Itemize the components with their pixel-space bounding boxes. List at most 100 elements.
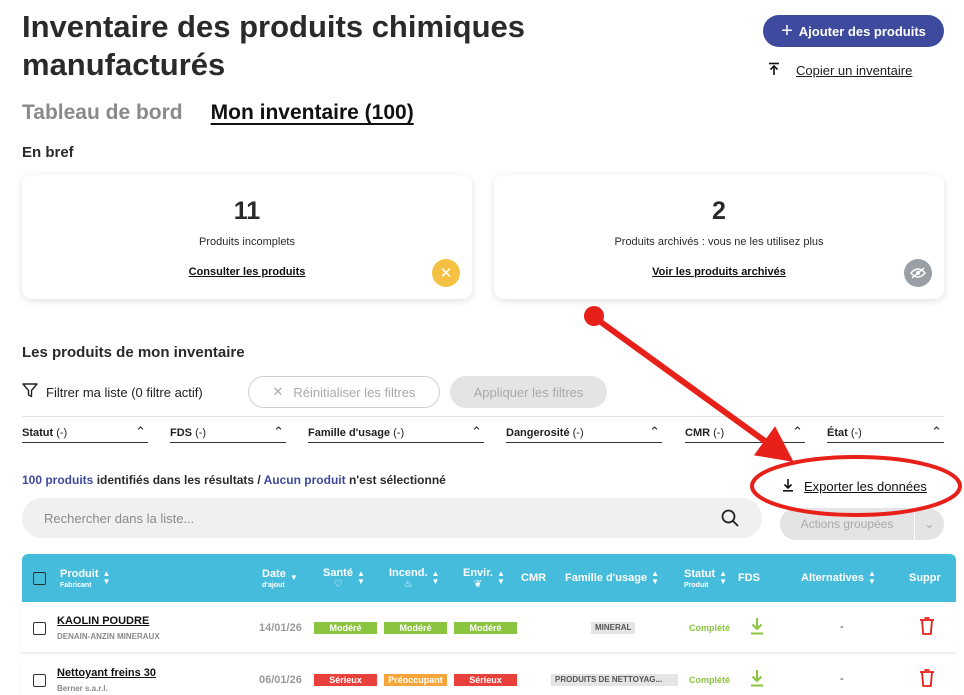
filter-danger-select[interactable]: Dangerosité (-) ⌃: [506, 424, 662, 443]
funnel-icon: [22, 383, 38, 401]
view-incomplete-link[interactable]: Consulter les produits: [22, 266, 472, 278]
search-input[interactable]: [44, 510, 704, 526]
fds-download-icon[interactable]: [750, 617, 764, 640]
export-data-link[interactable]: Exporter les données: [782, 478, 927, 495]
table-row: Nettoyant freins 30 Berner s.a.r.l. 06/0…: [22, 655, 956, 695]
filter-row: Filtrer ma liste (0 filtre actif) ✕ Réin…: [22, 376, 944, 408]
results-mid: identifiés dans les résultats /: [93, 473, 264, 487]
product-maker: DENAIN-ANZIN MINERAUX: [57, 632, 160, 641]
filter-state-select[interactable]: État (-) ⌃: [827, 424, 944, 443]
chevron-up-icon: ⌃: [273, 424, 284, 439]
col-status[interactable]: Statut Produit ▲ ▼: [684, 554, 727, 602]
page-title: Inventaire des produits chimiques manufa…: [22, 9, 526, 82]
product-name-link[interactable]: Nettoyant freins 30: [57, 667, 156, 679]
added-date: 06/01/26: [259, 674, 302, 686]
add-products-button[interactable]: + Ajouter des produits: [763, 15, 944, 47]
table-header: Produit Fabricant ▲ ▼ Date d'ajout ▼ Santé ♡…: [22, 554, 956, 602]
filter-status-name: Statut: [22, 427, 54, 439]
add-products-label: Ajouter des produits: [798, 23, 926, 39]
chevron-up-icon: ⌃: [931, 424, 942, 439]
col-fire-label: Incend.: [389, 566, 428, 579]
product-name-link[interactable]: KAOLIN POUDRE: [57, 615, 149, 627]
archived-products-card: 2 Produits archivés : vous ne les utilis…: [494, 175, 944, 299]
col-cmr[interactable]: CMR: [521, 554, 546, 602]
filter-family-select[interactable]: Famille d'usage (-) ⌃: [308, 424, 484, 443]
eye-slash-icon: [904, 259, 932, 287]
row-checkbox[interactable]: [33, 674, 46, 687]
fire-tag: Préoccupant: [384, 674, 447, 686]
row-checkbox[interactable]: [33, 622, 46, 635]
sort-icon: ▲ ▼: [867, 569, 876, 586]
col-alternatives[interactable]: Alternatives ▲ ▼: [801, 554, 876, 602]
tab-bar: Tableau de bord Mon inventaire (100): [22, 101, 414, 125]
bulk-actions-label: Actions groupées: [800, 517, 894, 531]
results-end: n'est sélectionné: [345, 473, 446, 487]
trash-icon[interactable]: [919, 669, 935, 692]
reset-filters-label: Réinitialiser les filtres: [293, 384, 416, 400]
table-row: KAOLIN POUDRE DENAIN-ANZIN MINERAUX 14/0…: [22, 603, 956, 653]
col-family[interactable]: Famille d'usage ▲ ▼: [565, 554, 659, 602]
sort-icon: ▲ ▼: [102, 569, 111, 586]
chevron-up-icon: ⌃: [792, 424, 803, 439]
sort-icon: ▲ ▼: [431, 569, 440, 586]
col-product-sub: Fabricant: [60, 581, 92, 589]
fds-download-icon[interactable]: [750, 669, 764, 692]
archived-description: Produits archivés : vous ne les utilisez…: [614, 236, 824, 248]
status-text: Complété: [689, 623, 731, 633]
divider: [22, 416, 944, 417]
close-icon: ✕: [272, 384, 284, 399]
view-archived-link[interactable]: Voir les produits archivés: [494, 266, 944, 278]
col-date[interactable]: Date d'ajout ▼: [262, 554, 298, 602]
select-all-checkbox[interactable]: [33, 572, 46, 585]
incomplete-products-card: 11 Produits incomplets Consulter les pro…: [22, 175, 472, 299]
col-date-sub: d'ajout: [262, 581, 285, 589]
col-product[interactable]: Produit Fabricant ▲ ▼: [60, 554, 110, 602]
col-status-sub: Produit: [684, 581, 709, 589]
summary-heading: En bref: [22, 144, 74, 161]
product-maker: Berner s.a.r.l.: [57, 684, 108, 693]
filter-cmr-name: CMR: [685, 427, 711, 439]
filter-state-value: (-): [850, 427, 862, 439]
col-env[interactable]: Envir. ❦ ▲ ▼: [463, 554, 505, 602]
bulk-actions-select[interactable]: Actions groupées ⌄: [780, 508, 944, 540]
products-heading: Les produits de mon inventaire: [22, 344, 245, 361]
col-alternatives-label: Alternatives: [801, 572, 864, 584]
col-date-label: Date: [262, 567, 286, 580]
search-bar: [22, 498, 762, 538]
col-fire[interactable]: Incend. ♨ ▲ ▼: [389, 554, 439, 602]
col-family-label: Famille d'usage: [565, 572, 648, 584]
incomplete-count: 11: [233, 197, 261, 225]
plus-icon: +: [781, 20, 793, 42]
filter-fds-select[interactable]: FDS (-) ⌃: [170, 424, 286, 443]
filter-label: Filtrer ma liste (0 filtre actif): [46, 384, 203, 400]
filter-status-select[interactable]: Statut (-) ⌃: [22, 424, 148, 443]
apply-filters-button[interactable]: Appliquer les filtres: [450, 376, 607, 408]
copy-inventory-label: Copier un inventaire: [796, 63, 913, 78]
sort-icon: ▲ ▼: [496, 569, 505, 586]
col-delete: Suppr: [909, 572, 941, 584]
col-status-label: Statut: [684, 567, 716, 580]
tab-dashboard[interactable]: Tableau de bord: [22, 101, 183, 125]
filter-danger-name: Dangerosité: [506, 427, 570, 439]
annotation-dot: [584, 306, 604, 326]
chevron-up-icon: ⌃: [649, 424, 660, 439]
filter-family-name: Famille d'usage: [308, 427, 391, 439]
health-tag: Sérieux: [314, 674, 377, 686]
col-health[interactable]: Santé ♡ ▲ ▼: [323, 554, 365, 602]
chevron-up-icon: ⌃: [471, 424, 482, 439]
trash-icon[interactable]: [919, 617, 935, 640]
filter-toggle[interactable]: Filtrer ma liste (0 filtre actif): [22, 383, 203, 401]
search-icon[interactable]: [720, 508, 740, 531]
export-data-label: Exporter les données: [804, 479, 927, 494]
tab-my-inventory[interactable]: Mon inventaire (100): [211, 101, 414, 125]
col-env-label: Envir.: [463, 566, 493, 579]
chevron-down-icon: ⌄: [914, 508, 944, 540]
copy-inventory-link[interactable]: Copier un inventaire: [768, 62, 912, 79]
reset-filters-button[interactable]: ✕ Réinitialiser les filtres: [248, 376, 440, 408]
archived-count: 2: [712, 197, 726, 225]
filter-cmr-value: (-): [713, 427, 725, 439]
status-text: Complété: [689, 675, 731, 685]
filter-cmr-select[interactable]: CMR (-) ⌃: [685, 424, 805, 443]
sort-desc-icon: ▼: [289, 573, 298, 582]
col-fds[interactable]: FDS: [738, 554, 760, 602]
